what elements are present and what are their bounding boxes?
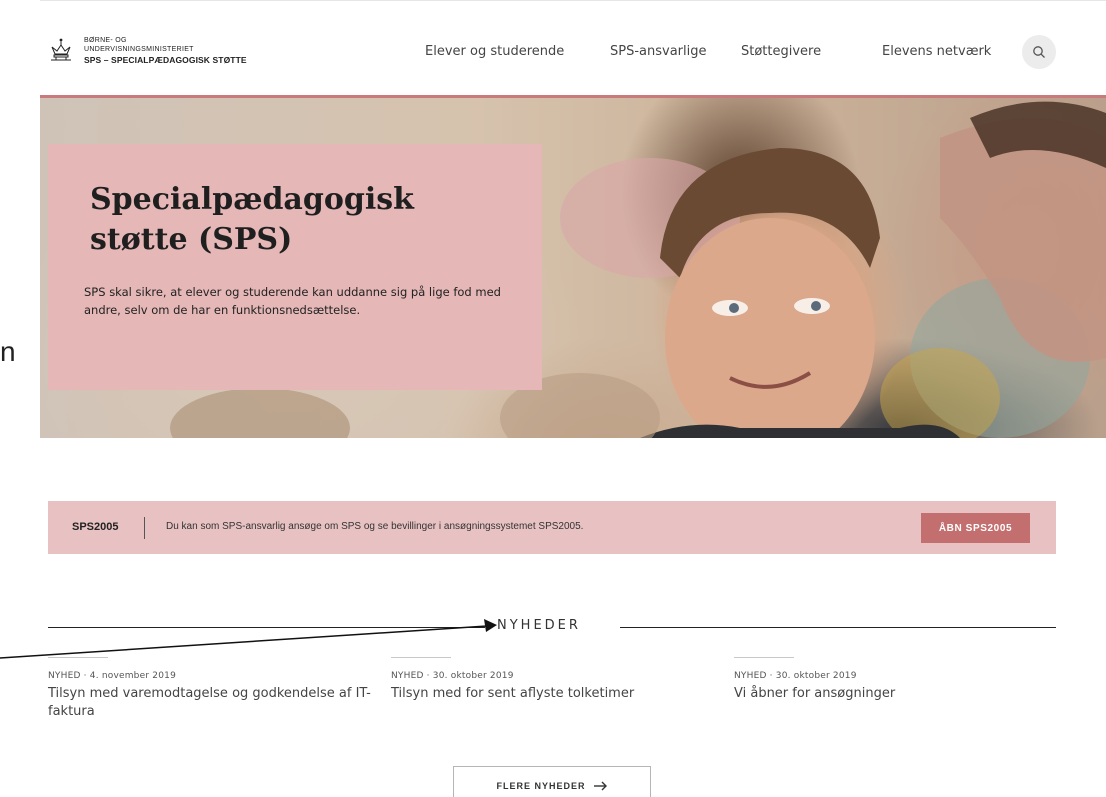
annotation-arrow — [0, 619, 497, 659]
more-news-label: FLERE NYHEDER — [496, 781, 586, 791]
news-item[interactable]: NYHED · 30. oktober 2019 Tilsyn med for … — [391, 657, 721, 703]
logo-ministry-line2: UNDERVISNINGSMINISTERIET — [84, 46, 194, 53]
news-item-rule — [391, 657, 451, 658]
hero-text-panel: Specialpædagogisk støtte (SPS) SPS skal … — [48, 144, 542, 390]
news-section-title: NYHEDER — [497, 618, 581, 633]
sps2005-banner: SPS2005 Du kan som SPS-ansvarlig ansøge … — [48, 501, 1056, 554]
hero-description: SPS skal sikre, at elever og studerende … — [84, 285, 501, 317]
news-item-rule — [48, 657, 108, 658]
news-item-headline[interactable]: Tilsyn med varemodtagelse og godkendelse… — [48, 685, 378, 721]
more-news-button[interactable]: FLERE NYHEDER — [453, 766, 651, 797]
search-icon — [1033, 46, 1045, 58]
news-item-rule — [734, 657, 794, 658]
news-item-meta: NYHED · 30. oktober 2019 — [734, 671, 857, 681]
logo-ministry-line1: BØRNE- OG — [84, 37, 127, 44]
open-sps2005-button[interactable]: ÅBN SPS2005 — [921, 513, 1030, 543]
search-button[interactable] — [1022, 35, 1056, 69]
top-border — [40, 0, 1106, 10]
news-item-meta: NYHED · 30. oktober 2019 — [391, 671, 514, 681]
nav-item-elever-og-studerende[interactable]: Elever og studerende — [425, 44, 564, 59]
hero-title-line1: Specialpædagogisk — [90, 182, 414, 217]
news-rule-right — [620, 627, 1056, 628]
banner-text: Du kan som SPS-ansvarlig ansøge om SPS o… — [166, 521, 584, 532]
banner-label: SPS2005 — [72, 521, 119, 533]
arrow-right-icon — [593, 781, 607, 791]
nav-item-stoettegivere[interactable]: Støttegivere — [741, 44, 821, 59]
hero-image: Specialpædagogisk støtte (SPS) SPS skal … — [40, 98, 1106, 438]
logo-site-name: SPS – SPECIALPÆDAGOGISK STØTTE — [84, 55, 247, 65]
nav-item-sps-ansvarlige[interactable]: SPS-ansvarlige — [610, 44, 707, 59]
news-item[interactable]: NYHED · 30. oktober 2019 Vi åbner for an… — [734, 657, 1064, 703]
cropped-text-fragment: n — [0, 336, 16, 367]
news-item-headline[interactable]: Tilsyn med for sent aflyste tolketimer — [391, 685, 721, 703]
news-item-headline[interactable]: Vi åbner for ansøgninger — [734, 685, 1064, 703]
crown-icon — [51, 38, 71, 61]
site-logo[interactable]: BØRNE- OG UNDERVISNINGSMINISTERIET SPS –… — [48, 37, 247, 67]
news-item[interactable]: NYHED · 4. november 2019 Tilsyn med vare… — [48, 657, 378, 721]
nav-item-elevens-netvaerk[interactable]: Elevens netværk — [882, 44, 991, 59]
hero-title-line2: støtte (SPS) — [90, 222, 293, 257]
hero-title: Specialpædagogisk støtte (SPS) — [90, 180, 414, 260]
news-item-meta: NYHED · 4. november 2019 — [48, 671, 177, 681]
banner-divider — [144, 517, 145, 539]
